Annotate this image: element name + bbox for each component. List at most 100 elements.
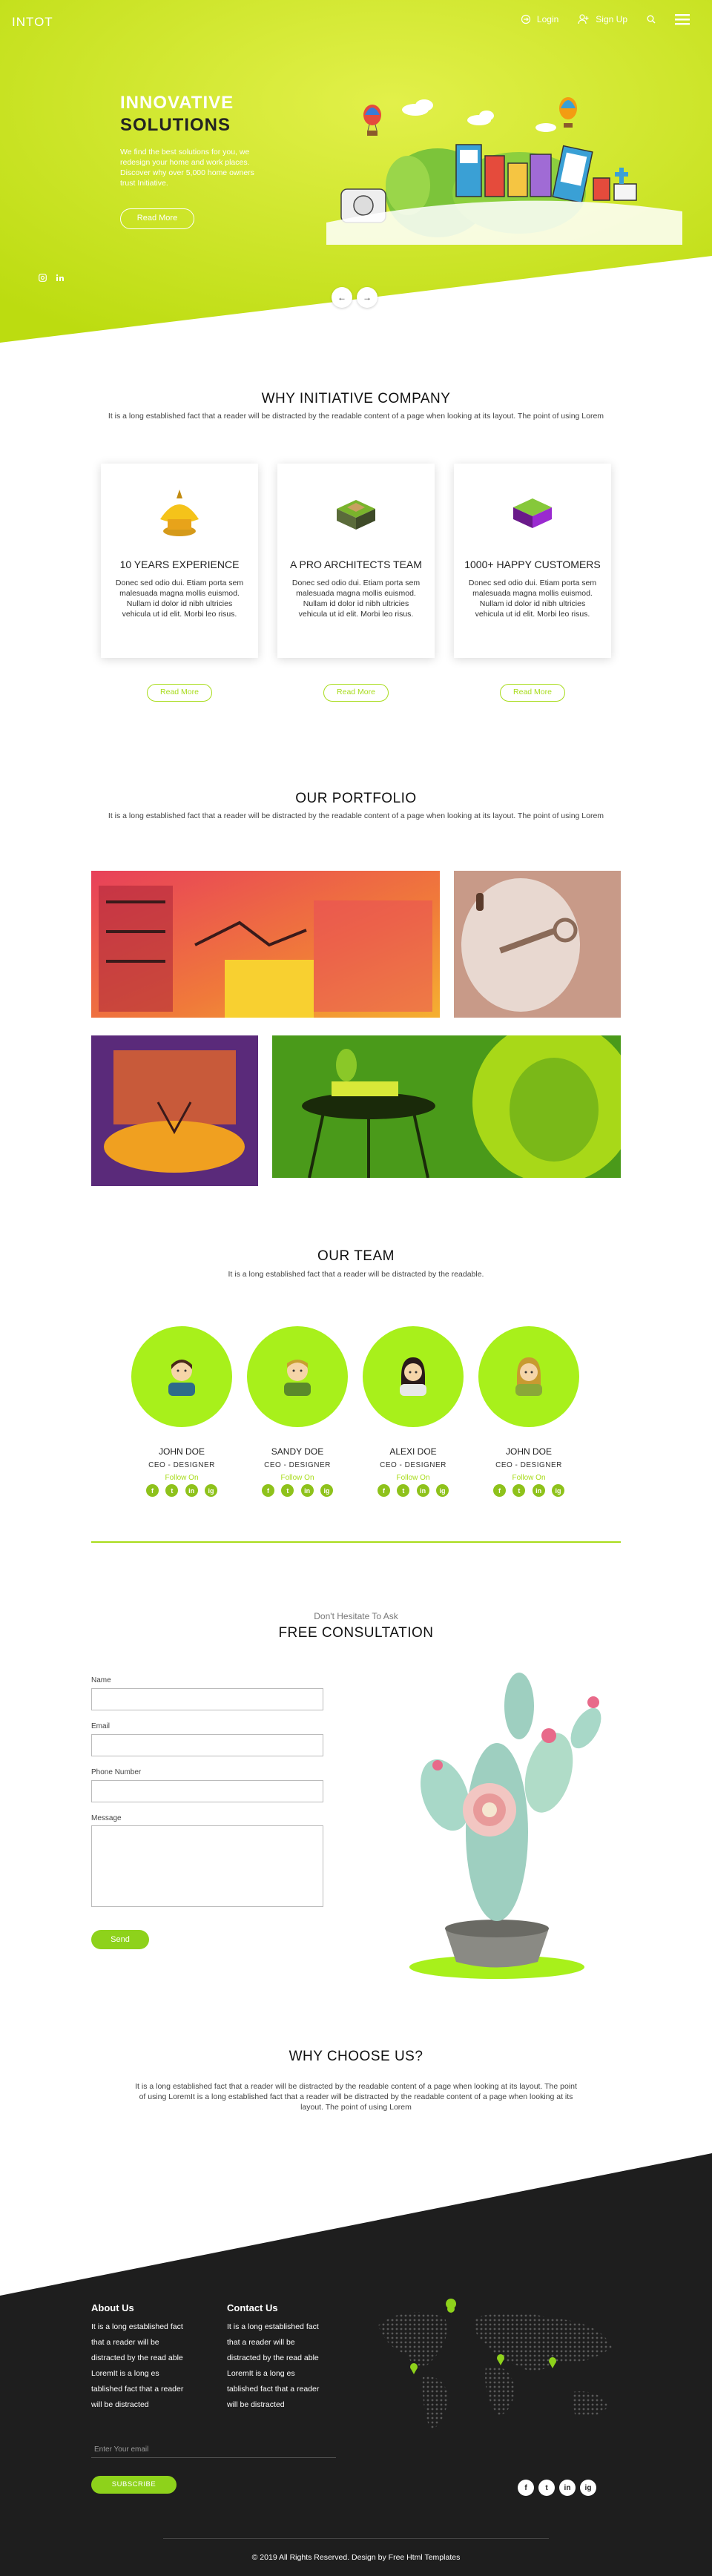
hamburger-menu-icon[interactable] [675,13,690,25]
login-label: Login [536,14,559,24]
card-text: Donec sed odio dui. Etiam porta sem male… [115,579,244,619]
contact-title: Contact Us [227,2302,278,2313]
brand-logo[interactable]: INTOT [12,15,53,30]
hero-read-more-button[interactable]: Read More [120,208,194,229]
instagram-icon[interactable]: ig [204,1484,217,1497]
linkedin-icon[interactable]: in [185,1484,198,1497]
facebook-icon[interactable]: f [378,1484,390,1497]
team-member-card: ALEXI DOE CEO - DESIGNER Follow On f t i… [361,1326,465,1504]
why-choose-text: It is a long established fact that a rea… [135,2082,577,2112]
slider-prev-button[interactable]: ← [332,287,352,308]
slider-next-button[interactable]: → [357,287,378,308]
map-pin-icon [410,2363,418,2374]
hero-title-line1: INNOVATIVE [120,93,234,113]
hero-title-line2: SOLUTIONS [120,115,231,135]
avatar [363,1326,464,1427]
portfolio-image-room[interactable] [91,1035,258,1186]
man-avatar-icon [284,1360,311,1396]
hero-social-links [39,274,64,282]
twitter-icon[interactable]: t [281,1484,294,1497]
footer-social-links: f t in ig [518,2480,596,2496]
card-read-more-button[interactable]: Read More [323,684,389,702]
send-button[interactable]: Send [91,1930,149,1949]
member-social-links: f t in ig [146,1484,217,1497]
linkedin-icon[interactable]: in [416,1484,429,1497]
facebook-icon[interactable]: f [146,1484,159,1497]
why-company-subtitle: It is a long established fact that a rea… [108,412,604,421]
why-choose-title: WHY CHOOSE US? [289,2049,423,2064]
member-follow-label: Follow On [280,1474,314,1482]
facebook-icon[interactable]: f [518,2480,534,2496]
hut-icon [160,490,199,536]
hero-description: We find the best solutions for you, we r… [120,148,254,188]
avatar [247,1326,348,1427]
subscribe-button[interactable]: SUBSCRIBE [91,2476,177,2494]
linkedin-icon[interactable] [56,274,64,282]
cactus-illustration [409,1673,601,1979]
member-follow-label: Follow On [165,1474,199,1482]
team-subtitle: It is a long established fact that a rea… [228,1270,484,1279]
why-company-title: WHY INITIATIVE COMPANY [261,391,451,406]
member-role: CEO - DESIGNER [264,1461,331,1469]
card-title: 1000+ HAPPY CUSTOMERS [464,559,601,570]
team-member-card: SANDY DOE CEO - DESIGNER Follow On f t i… [245,1326,349,1504]
cube-icon [513,498,552,528]
newsletter-email-input[interactable]: Enter Your email [91,2445,336,2458]
member-name: JOHN DOE [158,1446,205,1457]
instagram-icon[interactable]: ig [435,1484,449,1497]
facebook-icon[interactable]: f [262,1484,274,1497]
member-role: CEO - DESIGNER [380,1461,446,1469]
instagram-icon[interactable]: ig [551,1484,564,1497]
member-role: CEO - DESIGNER [148,1461,215,1469]
footer-divider [163,2538,549,2539]
copyright-text: © 2019 All Rights Reserved. Design by Fr… [251,2553,461,2562]
signup-label: Sign Up [596,14,627,24]
linkedin-icon[interactable]: in [300,1484,314,1497]
feature-card-experience: 10 YEARS EXPERIENCE Donec sed odio dui. … [101,464,258,658]
twitter-icon[interactable]: t [512,1484,526,1497]
consultation-title: FREE CONSULTATION [278,1625,434,1641]
card-title: A PRO ARCHITECTS TEAM [290,559,422,570]
feature-card-architects: A PRO ARCHITECTS TEAM Donec sed odio dui… [277,464,435,658]
facebook-icon[interactable]: f [493,1484,506,1497]
card-text: Donec sed odio dui. Etiam porta sem male… [291,579,421,619]
linkedin-icon[interactable]: in [532,1484,545,1497]
member-role: CEO - DESIGNER [495,1461,562,1469]
team-title: OUR TEAM [317,1248,395,1264]
top-nav: Login Sign Up [521,13,690,25]
message-field[interactable] [91,1825,323,1907]
section-divider [91,1541,621,1543]
email-label: Email [91,1722,111,1730]
card-text: Donec sed odio dui. Etiam porta sem male… [468,579,597,619]
map-pin-icon [497,2354,504,2365]
login-icon [521,14,531,24]
search-icon[interactable] [647,15,656,24]
instagram-icon[interactable] [39,274,47,282]
member-name: JOHN DOE [505,1446,552,1457]
message-label: Message [91,1814,122,1822]
name-field[interactable] [91,1688,323,1710]
portfolio-image-table[interactable] [272,1035,621,1178]
map-pin-icon [549,2357,556,2368]
signup-link[interactable]: Sign Up [578,14,627,24]
portfolio-image-bookshelf[interactable] [91,871,440,1018]
building-base-icon [337,500,375,530]
hero-section: INTOT Login Sign Up INNOVATIVE SOLUTIONS… [0,0,712,349]
instagram-icon[interactable]: ig [320,1484,333,1497]
login-link[interactable]: Login [521,14,558,24]
map-pin-icon [446,2299,457,2318]
hero-slider-arrows: ← → [332,287,378,308]
twitter-icon[interactable]: t [538,2480,555,2496]
portfolio-title: OUR PORTFOLIO [295,791,417,806]
linkedin-icon[interactable]: in [559,2480,576,2496]
email-field[interactable] [91,1734,323,1756]
twitter-icon[interactable]: t [397,1484,410,1497]
twitter-icon[interactable]: t [165,1484,179,1497]
world-map-illustration [378,2299,612,2429]
portfolio-image-key[interactable] [454,871,621,1018]
instagram-icon[interactable]: ig [580,2480,596,2496]
card-read-more-button[interactable]: Read More [500,684,565,702]
phone-field[interactable] [91,1780,323,1802]
card-read-more-button[interactable]: Read More [147,684,212,702]
man-avatar-icon [168,1360,195,1396]
